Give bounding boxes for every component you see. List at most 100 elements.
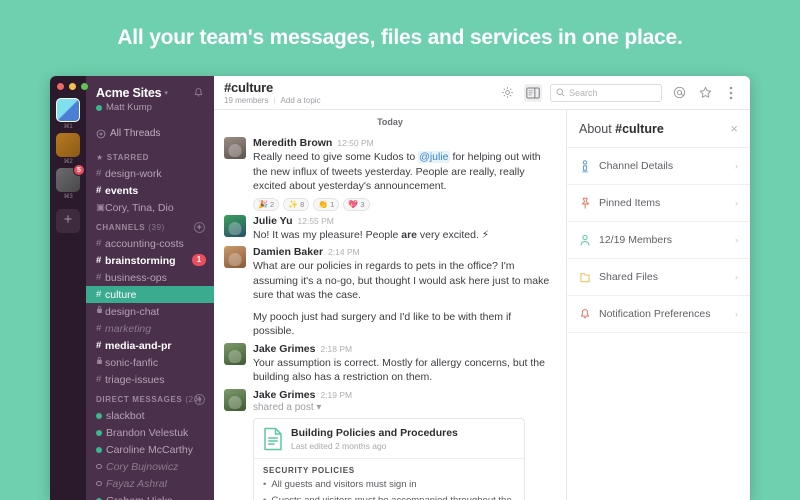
hash-icon: #	[96, 271, 102, 283]
section-title-starred: STARRED	[106, 153, 150, 162]
sidebar-channel-accounting-costs[interactable]: # accounting-costs	[86, 235, 214, 252]
avatar[interactable]	[224, 137, 246, 159]
details-item-shared-files[interactable]: Shared Files ›	[567, 259, 750, 296]
message-row: Julie Yu 12:55 PM No! It was my pleasure…	[214, 211, 566, 243]
message-author[interactable]: Julie Yu	[253, 215, 293, 227]
user-mention[interactable]: @julie	[418, 151, 450, 163]
close-window-button[interactable]	[57, 83, 64, 90]
details-item-label: Pinned Items	[599, 197, 661, 209]
mentions-button[interactable]	[670, 84, 688, 102]
team-tile-2[interactable]: ⌘2	[56, 133, 80, 165]
sidebar-channel-events[interactable]: # events	[86, 182, 214, 199]
files-icon	[580, 272, 590, 282]
details-item-notification-preferences[interactable]: Notification Preferences ›	[567, 296, 750, 333]
shared-post-label[interactable]: shared a post ▾	[253, 402, 554, 413]
reaction-list: 🎉 2 ✨ 8 👏 1 💖 3	[253, 197, 554, 211]
toggle-details-panel-button[interactable]	[524, 83, 542, 102]
message-author[interactable]: Meredith Brown	[253, 137, 332, 149]
sidebar-channel-triage-issues[interactable]: # triage-issues	[86, 371, 214, 388]
message-author[interactable]: Jake Grimes	[253, 343, 315, 355]
starred-items-button[interactable]	[696, 84, 714, 102]
sidebar-dm-caroline-mccarthy[interactable]: Caroline McCarthy	[86, 441, 214, 458]
chevron-right-icon: ›	[735, 309, 738, 319]
card-titles: Building Policies and Procedures Last ed…	[291, 427, 458, 451]
details-item-channel-details[interactable]: Channel Details ›	[567, 148, 750, 185]
sidebar-dm-cory-bujnowicz[interactable]: Cory Bujnowicz	[86, 458, 214, 475]
sidebar-channel-sonic-fanfic[interactable]: sonic-fanfic	[86, 354, 214, 371]
add-topic-link[interactable]: Add a topic	[281, 96, 321, 105]
channel-settings-button[interactable]	[498, 84, 516, 102]
member-count: 19 members	[224, 95, 269, 105]
avatar[interactable]	[224, 342, 246, 365]
sidebar-channel-culture[interactable]: # culture	[86, 286, 214, 303]
star-icon: ★	[96, 153, 104, 162]
message-author[interactable]: Damien Baker	[253, 246, 323, 258]
channel-label: culture	[105, 288, 137, 301]
sidebar-group-cory-tina-dio[interactable]: ▣ Cory, Tina, Dio	[86, 199, 214, 216]
presence-icon	[96, 446, 102, 453]
notifications-bell-icon[interactable]	[193, 87, 204, 99]
message-body: Meredith Brown 12:50 PM Really need to g…	[253, 137, 554, 211]
sidebar-dm-slackbot[interactable]: slackbot	[86, 407, 214, 424]
details-item-label: Channel Details	[599, 160, 674, 172]
details-panel-title: About #culture	[579, 122, 730, 136]
sidebar-dm-brandon-velestuk[interactable]: Brandon Velestuk	[86, 424, 214, 441]
presence-icon	[96, 481, 102, 486]
star-icon	[699, 86, 711, 98]
reaction-chip[interactable]: 👏 1	[313, 197, 340, 211]
post-attachment-card[interactable]: Building Policies and Procedures Last ed…	[253, 417, 525, 500]
search-input[interactable]: Search	[550, 83, 662, 102]
add-team-button[interactable]: +	[56, 209, 80, 233]
channel-header: #culture 19 members | Add a topic Search	[214, 76, 750, 110]
team-shortcut-1: ⌘1	[63, 124, 73, 130]
reaction-chip[interactable]: ✨ 8	[283, 197, 310, 211]
team-tile-1[interactable]: ⌘1	[56, 98, 80, 130]
day-separator: Today	[377, 117, 403, 127]
sidebar-channel-brainstorming[interactable]: # brainstorming 1	[86, 252, 214, 269]
details-item-pinned-items[interactable]: Pinned Items ›	[567, 185, 750, 222]
sidebar-item-all-threads[interactable]: All Threads	[86, 125, 214, 142]
meta-divider: |	[273, 95, 276, 105]
message-text: Really need to give some Kudos to @julie…	[253, 150, 554, 194]
text-part: No! It was my pleasure! People	[253, 228, 402, 241]
sidebar-dm-graham-hicks[interactable]: Graham Hicks	[86, 492, 214, 500]
sidebar-dm-fayaz-ashraf[interactable]: Fayaz Ashraf	[86, 475, 214, 492]
details-item-members[interactable]: 12/19 Members ›	[567, 222, 750, 259]
channel-label: sonic-fanfic	[105, 356, 159, 369]
add-channel-button[interactable]: +	[194, 222, 205, 233]
channel-title-block[interactable]: #culture 19 members | Add a topic	[224, 80, 321, 105]
message-author[interactable]: Jake Grimes	[253, 389, 315, 401]
sidebar-channel-business-ops[interactable]: # business-ops	[86, 269, 214, 286]
dm-label: Cory Bujnowicz	[106, 460, 179, 473]
sidebar-channel-media-and-pr[interactable]: # media-and-pr	[86, 337, 214, 354]
avatar[interactable]	[224, 214, 246, 237]
app-window: ⌘1 ⌘2 5 ⌘3 + Acme Sites ▾ Matt Kump All …	[50, 76, 750, 500]
avatar[interactable]	[224, 388, 246, 411]
card-header: Building Policies and Procedures Last ed…	[254, 419, 524, 458]
channel-label: accounting-costs	[105, 237, 184, 250]
hash-icon: #	[96, 237, 102, 249]
reaction-count: 1	[330, 199, 335, 209]
avatar[interactable]	[224, 246, 246, 268]
chevron-right-icon: ›	[735, 272, 738, 282]
sidebar-channel-design-chat[interactable]: design-chat	[86, 303, 214, 320]
promo-headline: All your team's messages, files and serv…	[117, 26, 683, 49]
dm-label: Brandon Velestuk	[106, 426, 189, 439]
sidebar-channel-marketing[interactable]: # marketing	[86, 320, 214, 337]
reaction-chip[interactable]: 🎉 2	[253, 197, 280, 211]
close-panel-icon[interactable]: ×	[730, 122, 738, 135]
sidebar-channel-design-work[interactable]: # design-work	[86, 165, 214, 182]
channel-label: design-chat	[105, 305, 160, 318]
team-tile-3[interactable]: 5 ⌘3	[56, 164, 85, 200]
reaction-chip[interactable]: 💖 3	[343, 197, 370, 211]
section-title-dms: DIRECT MESSAGES	[96, 395, 183, 404]
team-header[interactable]: Acme Sites ▾ Matt Kump	[86, 86, 214, 117]
shared-post-text: shared a post	[253, 401, 314, 413]
message-timestamp: 2:19 PM	[320, 389, 353, 400]
channel-label: triage-issues	[105, 373, 165, 386]
dm-label: slackbot	[106, 409, 145, 422]
minimize-window-button[interactable]	[69, 83, 76, 90]
lock-icon	[96, 305, 105, 319]
more-options-button[interactable]	[722, 84, 740, 102]
new-dm-button[interactable]: +	[194, 394, 205, 405]
